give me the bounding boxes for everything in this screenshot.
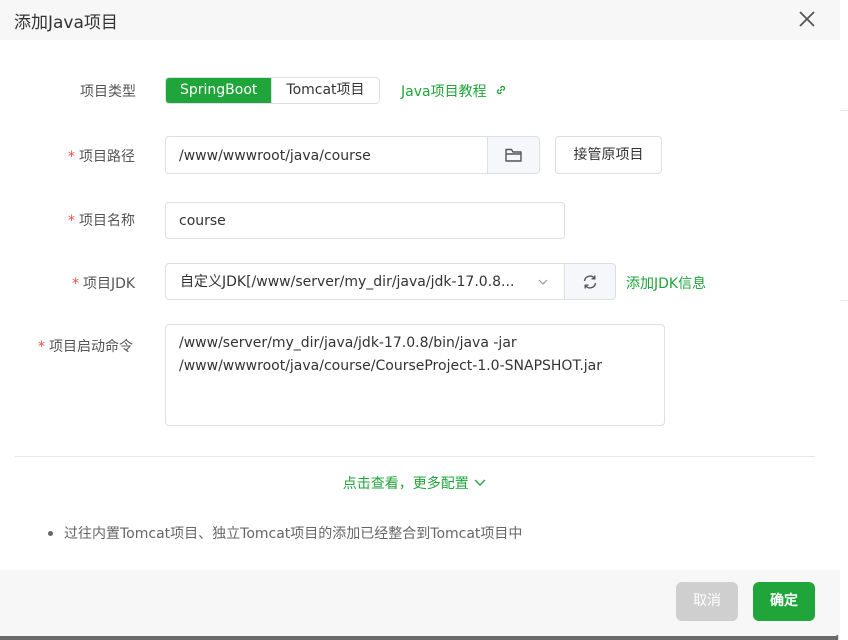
project-name-label: * 项目名称 [68,213,135,229]
dialog-title: 添加Java项目 [14,13,118,33]
chevron-down-icon [474,479,486,486]
bullet-icon [48,530,53,536]
start-command-line: /www/server/my_dir/java/jdk-17.0.8/bin/j… [179,335,517,351]
project-type-springboot[interactable]: SpringBoot [166,78,272,103]
info-note: 过往内置Tomcat项目、独立Tomcat项目的添加已经整合到Tomcat项目中 [48,523,522,543]
project-jdk-label: * 项目JDK [72,276,136,292]
project-type-label: 项目类型 [80,84,136,100]
project-type-segmented: SpringBoot Tomcat项目 [165,77,380,104]
more-config-toggle[interactable]: 点击查看，更多配置 [0,473,830,493]
folder-picker-button[interactable] [487,136,540,174]
close-icon[interactable] [796,8,818,30]
link-icon [496,85,506,95]
add-jdk-link[interactable]: 添加JDK信息 [626,273,706,293]
project-type-tomcat[interactable]: Tomcat项目 [271,78,379,103]
refresh-icon [583,274,597,289]
background-divider [840,110,848,111]
takeover-project-button[interactable]: 接管原项目 [555,136,662,174]
background-divider [840,300,848,301]
folder-icon [504,148,522,162]
start-command-textarea[interactable]: /www/server/my_dir/java/jdk-17.0.8/bin/j… [165,324,665,426]
start-command-line: /www/wwwroot/java/course/CourseProject-1… [179,358,603,374]
confirm-button[interactable]: 确定 [753,582,815,621]
cancel-button[interactable]: 取消 [676,582,738,621]
section-divider [15,456,815,457]
project-jdk-select[interactable]: 自定义JDK[/www/server/my_dir/java/jdk-17.0.… [165,263,566,300]
more-config-text: 点击查看，更多配置 [342,476,469,492]
project-path-input[interactable]: /www/wwwroot/java/course [165,136,489,174]
project-path-label: * 项目路径 [68,149,135,165]
refresh-jdk-button[interactable] [564,263,616,300]
add-java-project-dialog: 添加Java项目 项目类型 SpringBoot Tomcat项目 Java项目… [0,0,840,636]
dialog-header: 添加Java项目 [0,0,840,40]
java-tutorial-link-text: Java项目教程 [401,84,487,100]
chevron-down-icon [538,279,548,285]
start-command-label: * 项目启动命令 [38,339,133,355]
project-name-input[interactable]: course [165,202,565,239]
java-tutorial-link[interactable]: Java项目教程 [401,81,508,101]
